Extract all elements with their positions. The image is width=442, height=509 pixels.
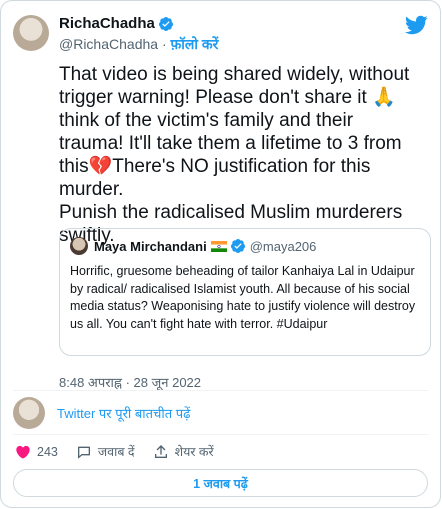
quoted-author-avatar [70, 237, 88, 255]
author-name-row[interactable]: RichaChadha [59, 15, 174, 32]
conversation-avatar [13, 397, 45, 429]
author-handle[interactable]: @RichaChadha [59, 36, 158, 52]
heart-icon [16, 445, 30, 458]
quoted-tweet-body: Horrific, gruesome beheading of tailor K… [70, 264, 416, 331]
share-label: शेयर करें [174, 445, 214, 459]
follow-button[interactable]: फ़ॉलो करें [171, 36, 219, 52]
tweet-card: RichaChadha @RichaChadha · फ़ॉलो करें Th… [0, 0, 441, 508]
share-icon [154, 444, 167, 458]
tweet-header: RichaChadha @RichaChadha · फ़ॉलो करें [13, 13, 428, 55]
like-count: 243 [37, 444, 58, 459]
like-action[interactable]: 243 [15, 444, 58, 460]
quoted-verified-badge-icon [230, 239, 245, 253]
divider-middle [13, 434, 428, 435]
quoted-tweet[interactable]: Maya Mirchandani @maya206 Horrific, grue… [59, 228, 431, 356]
quoted-author-name: Maya Mirchandani [94, 238, 207, 254]
tweet-body: That video is being shared widely, witho… [59, 64, 410, 246]
separator-dot: · [161, 36, 167, 52]
verified-badge-icon [158, 16, 173, 31]
divider-top [13, 390, 428, 391]
india-flag-icon [210, 240, 227, 252]
action-bar: 243 जवाब दें शेयर करें [15, 443, 232, 460]
share-action[interactable]: शेयर करें [153, 443, 214, 460]
reply-action[interactable]: जवाब दें [76, 443, 135, 460]
read-conversation-link[interactable]: Twitter पर पूरी बातचीत पढ़ें [57, 404, 190, 422]
author-name[interactable]: RichaChadha [59, 15, 155, 32]
twitter-bird-icon[interactable] [404, 13, 428, 37]
read-replies-button[interactable]: 1 जवाब पढ़ें [13, 469, 428, 497]
tweet-timestamp[interactable]: 8:48 अपराह्न · 28 जून 2022 [59, 373, 201, 391]
author-avatar[interactable] [13, 15, 49, 51]
quoted-tweet-header: Maya Mirchandani @maya206 [70, 237, 316, 255]
conversation-row[interactable]: Twitter पर पूरी बातचीत पढ़ें [13, 397, 190, 429]
reply-icon [77, 446, 90, 459]
handle-row: @RichaChadha · फ़ॉलो करें [59, 35, 218, 54]
quoted-author-handle: @maya206 [249, 238, 317, 254]
reply-label: जवाब दें [97, 445, 135, 459]
